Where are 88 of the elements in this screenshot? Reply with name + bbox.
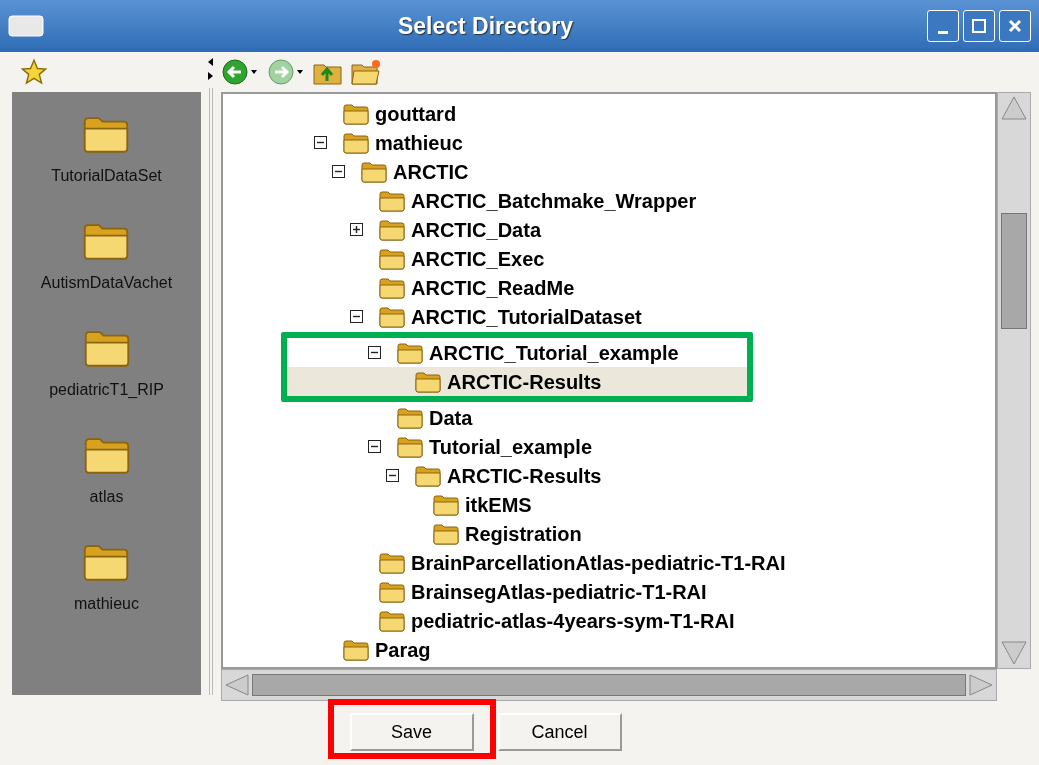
folder-icon [379, 276, 405, 299]
minimize-icon [938, 30, 948, 34]
shortcut-label[interactable]: pediatricT1_RIP [49, 378, 164, 402]
tree-row[interactable]: ARCTIC_ReadMe [223, 273, 995, 302]
folder-icon [343, 131, 369, 154]
folder-icon [397, 435, 423, 458]
forward-arrow-icon[interactable] [267, 58, 305, 86]
folder-name: ARCTIC_Exec [411, 246, 545, 272]
folder-name: mathieuc [375, 130, 463, 156]
scrollbar-thumb[interactable] [1001, 213, 1027, 329]
tree-row[interactable]: ARCTIC [223, 157, 995, 186]
close-icon [1007, 18, 1023, 34]
horizontal-scrollbar[interactable] [221, 669, 997, 701]
folder-name: ARCTIC-Results [447, 463, 602, 489]
collapse-toggle-icon[interactable] [332, 165, 345, 178]
maximize-button[interactable] [963, 10, 995, 42]
tree-row[interactable]: gouttard [223, 99, 995, 128]
tree-row[interactable]: ARCTIC_TutorialDataset [223, 302, 995, 331]
shortcut-label[interactable]: AutismDataVachet [40, 271, 173, 295]
folder-name: pediatric-atlas-4years-sym-T1-RAI [411, 608, 735, 634]
tree-row[interactable]: Data [223, 403, 995, 432]
folder-name: Parag [375, 637, 431, 663]
folder-name: Registration [465, 521, 582, 547]
shortcut-label[interactable]: TutorialDataSet [51, 164, 162, 188]
maximize-icon [971, 18, 987, 34]
tree-row[interactable]: ARCTIC_Tutorial_example [287, 338, 747, 367]
window-title: Select Directory [396, 11, 575, 41]
folder-name: BrainsegAtlas-pediatric-T1-RAI [411, 579, 707, 605]
folder-icon [397, 406, 423, 429]
splitter-arrows-icon[interactable] [208, 58, 214, 80]
expand-toggle-icon[interactable] [350, 223, 363, 236]
dialog-button[interactable]: Cancel [497, 713, 622, 751]
folder-name: gouttard [375, 101, 457, 127]
back-arrow-icon[interactable] [221, 58, 259, 86]
shortcut-label[interactable]: mathieuc [74, 592, 139, 616]
collapse-toggle-icon[interactable] [368, 440, 381, 453]
folder-icon [343, 638, 369, 661]
tree-row[interactable]: ARCTIC_Exec [223, 244, 995, 273]
folder-icon [433, 522, 459, 545]
folder-icon [379, 189, 405, 212]
window-menu-icon[interactable] [8, 15, 44, 37]
folder-name: itkEMS [465, 492, 532, 518]
folder-name: ARCTIC_Tutorial_example [429, 340, 679, 366]
folder-name: ARCTIC_TutorialDataset [411, 304, 642, 330]
tree-row[interactable]: pediatric-atlas-4years-sym-T1-RAI [223, 606, 995, 635]
folder-icon [379, 580, 405, 603]
tree-row[interactable]: ARCTIC_Data [223, 215, 995, 244]
folder-icon [379, 305, 405, 328]
collapse-toggle-icon[interactable] [350, 310, 363, 323]
folder-icon [415, 370, 441, 393]
collapse-toggle-icon[interactable] [368, 346, 381, 359]
tree-row[interactable]: ARCTIC_Batchmake_Wrapper [223, 186, 995, 215]
folder-name: BrainParcellationAtlas-pediatric-T1-RAI [411, 550, 786, 576]
scrollbar-thumb[interactable] [252, 674, 966, 696]
tree-row[interactable]: Parag [223, 635, 995, 664]
folder-icon [433, 493, 459, 516]
tree-row[interactable]: mathieuc [223, 128, 995, 157]
collapse-toggle-icon[interactable] [386, 469, 399, 482]
folder-name: ARCTIC_ReadMe [411, 275, 575, 301]
collapse-toggle-icon[interactable] [314, 136, 327, 149]
folder-name: Data [429, 405, 473, 431]
folder-icon [379, 218, 405, 241]
tree-row[interactable]: Registration [223, 519, 995, 548]
tree-row[interactable]: BrainParcellationAtlas-pediatric-T1-RAI [223, 548, 995, 577]
folder-icon [415, 464, 441, 487]
folder-icon [343, 102, 369, 125]
tree-row[interactable]: itkEMS [223, 490, 995, 519]
folder-name: ARCTIC_Batchmake_Wrapper [411, 188, 697, 214]
folder-icon [379, 609, 405, 632]
new-folder-icon[interactable] [351, 59, 381, 85]
folder-name: Tutorial_example [429, 434, 593, 460]
tree-row[interactable]: BrainsegAtlas-pediatric-T1-RAI [223, 577, 995, 606]
dialog-button[interactable]: Save [349, 713, 474, 751]
tree-row[interactable]: ARCTIC-Results [287, 367, 747, 396]
folder-icon [379, 247, 405, 270]
star-icon[interactable] [20, 58, 48, 86]
folder-name: ARCTIC [393, 159, 469, 185]
folder-icon [379, 551, 405, 574]
vertical-scrollbar[interactable] [997, 92, 1031, 669]
shortcut-label[interactable]: atlas [89, 485, 124, 509]
folder-name: ARCTIC_Data [411, 217, 542, 243]
folder-icon [397, 341, 423, 364]
tree-row[interactable]: Tutorial_example [223, 432, 995, 461]
tree-row[interactable]: ARCTIC-Results [223, 461, 995, 490]
close-button[interactable] [999, 10, 1031, 42]
folder-icon [361, 160, 387, 183]
folder-name: ARCTIC-Results [447, 369, 602, 395]
minimize-button[interactable] [927, 10, 959, 42]
